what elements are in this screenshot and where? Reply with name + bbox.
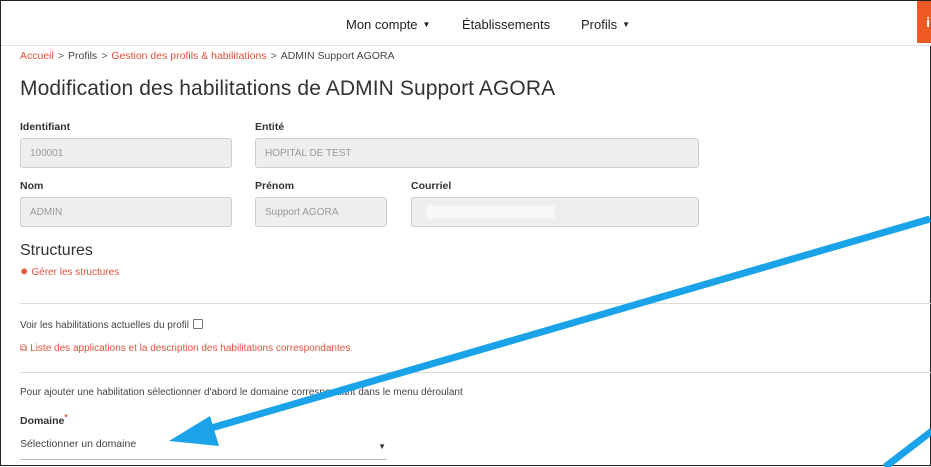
voir-habilitations-row: Voir les habilitations actuelles du prof…	[20, 319, 203, 331]
entite-label: Entité	[255, 121, 285, 133]
identifiant-field[interactable]: 100001	[20, 138, 232, 168]
divider	[20, 303, 931, 304]
domaine-label-text: Domaine	[20, 415, 65, 427]
nav-profils[interactable]: Profils ▼	[581, 17, 630, 32]
courriel-label: Courriel	[411, 180, 452, 192]
breadcrumb-separator: >	[57, 50, 64, 62]
breadcrumb-profils: Profils	[68, 50, 98, 62]
domaine-instruction: Pour ajouter une habilitation sélectionn…	[20, 387, 463, 398]
breadcrumb-current: ADMIN Support AGORA	[280, 50, 395, 62]
breadcrumb-separator: >	[101, 50, 108, 62]
redacted-email	[426, 205, 554, 219]
nom-field[interactable]: ADMIN	[20, 197, 232, 227]
breadcrumb-gestion[interactable]: Gestion des profils & habilitations	[111, 50, 266, 62]
divider	[20, 372, 931, 373]
breadcrumb: Accueil > Profils > Gestion des profils & ha…	[20, 50, 395, 62]
annotation-arrow-line-2	[882, 428, 931, 467]
liste-applications-link[interactable]: ⧉ Liste des applications et la descriptio…	[20, 343, 353, 354]
breadcrumb-accueil[interactable]: Accueil	[20, 50, 54, 62]
voir-habilitations-checkbox[interactable]	[192, 319, 203, 329]
identifiant-label: Identifiant	[20, 121, 71, 133]
gear-icon: ✹	[20, 267, 29, 278]
entite-field[interactable]: HOPITAL DE TEST	[255, 138, 699, 168]
nav-mon-compte[interactable]: Mon compte ▼	[346, 17, 430, 32]
courriel-field[interactable]	[411, 197, 699, 227]
caret-down-icon: ▼	[422, 20, 431, 29]
nav-etablissements[interactable]: Établissements	[462, 17, 550, 32]
prenom-label: Prénom	[255, 180, 295, 192]
caret-down-icon: ▼	[378, 442, 386, 451]
gerer-structures-link[interactable]: ✹ Gérer les structures	[20, 267, 119, 278]
prenom-field[interactable]: Support AGORA	[255, 197, 387, 227]
info-button[interactable]: i	[917, 1, 931, 43]
info-icon: i	[926, 14, 930, 30]
breadcrumb-separator: >	[270, 50, 277, 62]
top-navbar: Mon compte ▼ Établissements Profils ▼ i	[1, 1, 931, 46]
required-mark: *	[64, 413, 68, 422]
domaine-label: Domaine*	[20, 413, 67, 427]
nom-label: Nom	[20, 180, 44, 192]
page-title: Modification des habilitations de ADMIN …	[20, 77, 556, 100]
annotation-arrow-line	[200, 215, 931, 435]
structures-title: Structures	[20, 242, 93, 259]
domaine-select[interactable]: Sélectionner un domaine ▼	[20, 431, 387, 460]
external-link-icon: ⧉	[20, 343, 28, 354]
voir-habilitations-label: Voir les habilitations actuelles du prof…	[20, 320, 189, 331]
nav-etablissements-label: Établissements	[462, 17, 551, 32]
nav-profils-label: Profils	[581, 17, 618, 32]
liste-applications-label: Liste des applications et la description…	[30, 343, 354, 354]
gerer-structures-label: Gérer les structures	[31, 267, 120, 278]
caret-down-icon: ▼	[622, 20, 631, 29]
domaine-select-value: Sélectionner un domaine	[20, 438, 137, 450]
nav-mon-compte-label: Mon compte	[346, 17, 418, 32]
